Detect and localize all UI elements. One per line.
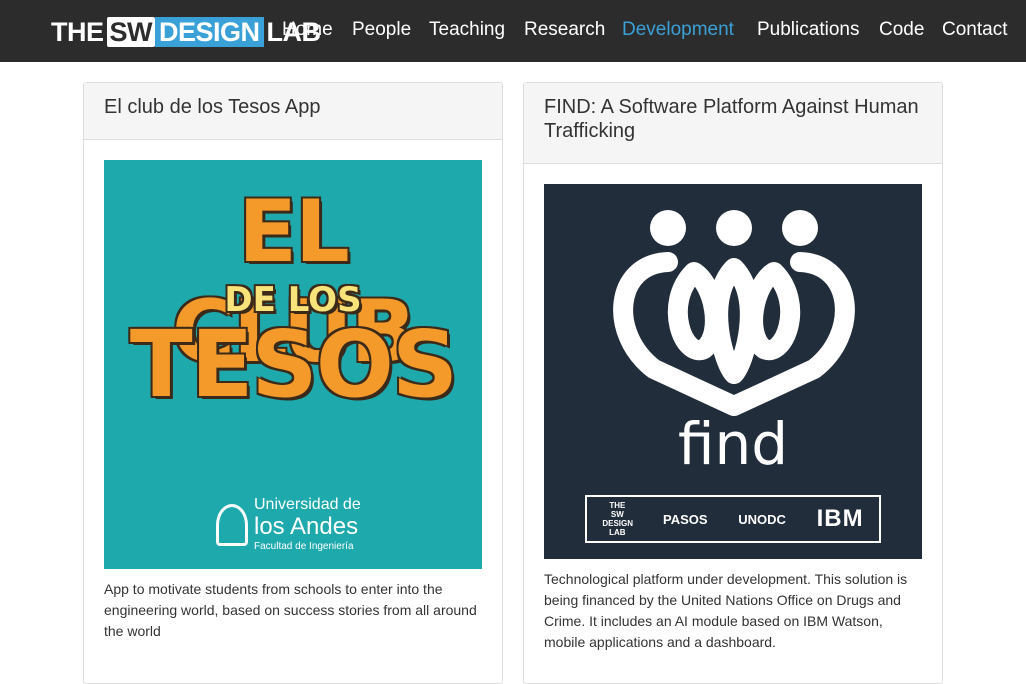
nav-people[interactable]: People [352, 19, 411, 41]
card-body: EL CLUB DE LOS TESOS Universidad de los … [104, 160, 484, 642]
partner-logos: THE SW DESIGN LAB PASOS UNODC IBM [585, 495, 881, 543]
nav-home[interactable]: Home [282, 19, 333, 41]
uniandes-logo: Universidad de los Andes Facultad de Ing… [216, 496, 361, 554]
card-title: FIND: A Software Platform Against Human … [524, 83, 942, 164]
uni-line1: Universidad de [254, 496, 361, 513]
nav-teaching[interactable]: Teaching [429, 19, 505, 41]
find-image: find THE SW DESIGN LAB PASOS UNODC IBM [544, 184, 922, 559]
find-wordmark: find [677, 410, 789, 478]
project-card-club-tesos: El club de los Tesos App EL CLUB DE LOS … [83, 82, 503, 684]
main-nav: Home People Teaching Research Developmen… [0, 0, 1026, 62]
uni-line3: Facultad de Ingeniería [254, 541, 354, 552]
nav-code[interactable]: Code [879, 19, 924, 41]
top-navbar: THE SW DESIGN LAB Home People Teaching R… [0, 0, 1026, 62]
nav-contact[interactable]: Contact [942, 19, 1007, 41]
uniandes-emblem-icon [216, 504, 248, 546]
card-title: El club de los Tesos App [84, 83, 502, 140]
nav-research[interactable]: Research [524, 19, 605, 41]
partner-unodc: UNODC [738, 511, 786, 527]
card-description: Technological platform under development… [544, 571, 908, 650]
uni-line2: los Andes [254, 513, 359, 540]
partner-pasos: PASOS [663, 511, 708, 527]
nav-publications[interactable]: Publications [757, 19, 859, 41]
partner-ibm: IBM [816, 505, 864, 532]
nav-development[interactable]: Development [622, 19, 734, 41]
project-card-find: FIND: A Software Platform Against Human … [523, 82, 943, 684]
club-tesos-image: EL CLUB DE LOS TESOS Universidad de los … [104, 160, 482, 569]
card-body: find THE SW DESIGN LAB PASOS UNODC IBM T… [544, 184, 924, 653]
card-description: App to motivate students from schools to… [104, 581, 477, 639]
partner-swdesignlab: THE SW DESIGN LAB [602, 501, 634, 537]
club-title-line3: TESOS [129, 311, 458, 418]
